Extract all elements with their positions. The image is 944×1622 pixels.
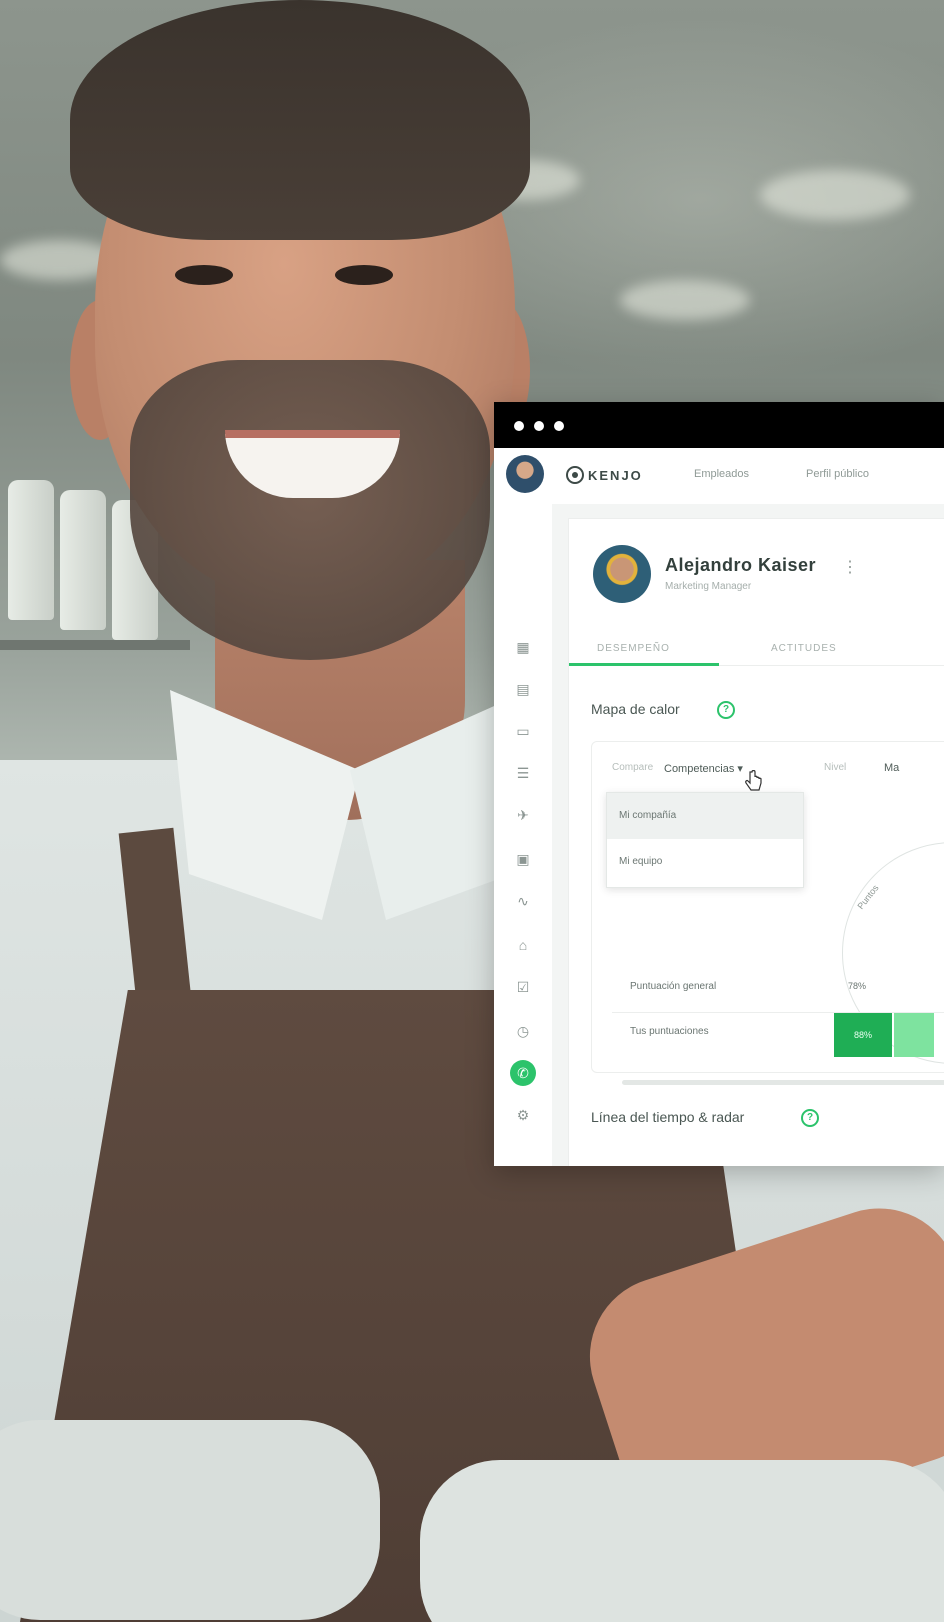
eye	[175, 265, 233, 285]
grid-icon[interactable]: ▤	[512, 678, 534, 700]
profile-role: Marketing Manager	[665, 581, 752, 592]
logo-icon	[566, 466, 584, 484]
level-label: Nivel	[824, 762, 847, 773]
list-icon[interactable]: ☰	[512, 762, 534, 784]
dropdown-option-my-team[interactable]: Mi equipo	[607, 839, 803, 885]
tab-performance[interactable]: DESEMPEÑO	[597, 643, 670, 654]
heatmap-title: Mapa de calor	[591, 701, 680, 717]
clock-icon[interactable]: ◷	[512, 1020, 534, 1042]
logo-text: KENJO	[588, 467, 643, 483]
dropdown-option-my-company[interactable]: Mi compañía	[607, 793, 803, 839]
app-window: KENJO Empleados Perfil público ▦ ▤ ▭ ☰ ✈…	[494, 402, 944, 1166]
row-label: Tus puntuaciones	[630, 1026, 709, 1037]
home-icon[interactable]: ⌂	[512, 934, 534, 956]
compare-label: Compare	[612, 762, 654, 773]
ceiling-light	[620, 280, 750, 320]
more-options-icon[interactable]: ⋮	[842, 557, 858, 577]
hair	[70, 0, 530, 240]
window-dot	[514, 421, 524, 431]
compare-dropdown: Mi compañía Mi equipo	[606, 792, 804, 888]
chat-icon[interactable]: ✆	[510, 1060, 536, 1086]
active-tab-indicator	[569, 663, 719, 666]
nav-link-employees[interactable]: Empleados	[694, 468, 749, 480]
timeline-title: Línea del tiempo & radar	[591, 1109, 745, 1125]
sidebar: ▦ ▤ ▭ ☰ ✈ ▣ ∿ ⌂ ☑ ◷ ✆ ⚙	[494, 504, 553, 1166]
profile-name: Alejandro Kaiser	[665, 555, 817, 575]
hand-cursor-icon	[745, 770, 762, 791]
eye	[335, 265, 393, 285]
profile-avatar	[593, 545, 651, 603]
calendar-icon[interactable]: ▣	[512, 848, 534, 870]
settings-icon[interactable]: ⚙	[512, 1104, 534, 1126]
plane-icon[interactable]: ✈	[512, 804, 534, 826]
user-avatar[interactable]	[506, 455, 544, 493]
chart-line-icon[interactable]: ∿	[512, 890, 534, 912]
help-icon[interactable]: ?	[717, 701, 735, 719]
tab-attitudes[interactable]: ACTITUDES	[771, 643, 837, 654]
checklist-icon[interactable]: ☑	[512, 976, 534, 998]
arm	[420, 1460, 944, 1622]
main-content: Alejandro Kaiser Marketing Manager ⋮ DES…	[552, 504, 944, 1166]
cup	[8, 480, 54, 620]
compare-select-value: Competencias	[664, 763, 735, 775]
score-cell	[894, 1013, 934, 1057]
ceiling-light	[760, 170, 910, 220]
table-row: Puntuación general 78%	[612, 968, 944, 1008]
score-cell: 88%	[834, 1013, 892, 1057]
chevron-down-icon: ▾	[737, 763, 743, 775]
window-dot	[554, 421, 564, 431]
kenjo-logo[interactable]: KENJO	[566, 466, 643, 484]
row-label: Puntuación general	[630, 981, 717, 992]
help-icon[interactable]: ?	[801, 1109, 819, 1127]
building-icon[interactable]: ▦	[512, 636, 534, 658]
level-select[interactable]: Ma	[884, 762, 899, 774]
briefcase-icon[interactable]: ▭	[512, 720, 534, 742]
title-bar	[494, 402, 944, 448]
compare-select[interactable]: Competencias ▾	[664, 762, 743, 775]
window-dot	[534, 421, 544, 431]
arm	[0, 1420, 380, 1620]
shelf	[0, 640, 190, 650]
horizontal-scrollbar[interactable]	[622, 1080, 944, 1085]
row-value: 78%	[848, 981, 867, 991]
profile-card: Alejandro Kaiser Marketing Manager ⋮ DES…	[568, 518, 944, 1166]
heatmap-panel: Compare Competencias ▾ Nivel Ma Mi compa…	[591, 741, 944, 1085]
beard	[130, 360, 490, 660]
cup	[60, 490, 106, 630]
nav-link-public-profile[interactable]: Perfil público	[806, 468, 869, 480]
table-row: Tus puntuaciones 88%	[612, 1012, 944, 1057]
top-navbar: KENJO Empleados Perfil público	[494, 448, 944, 505]
